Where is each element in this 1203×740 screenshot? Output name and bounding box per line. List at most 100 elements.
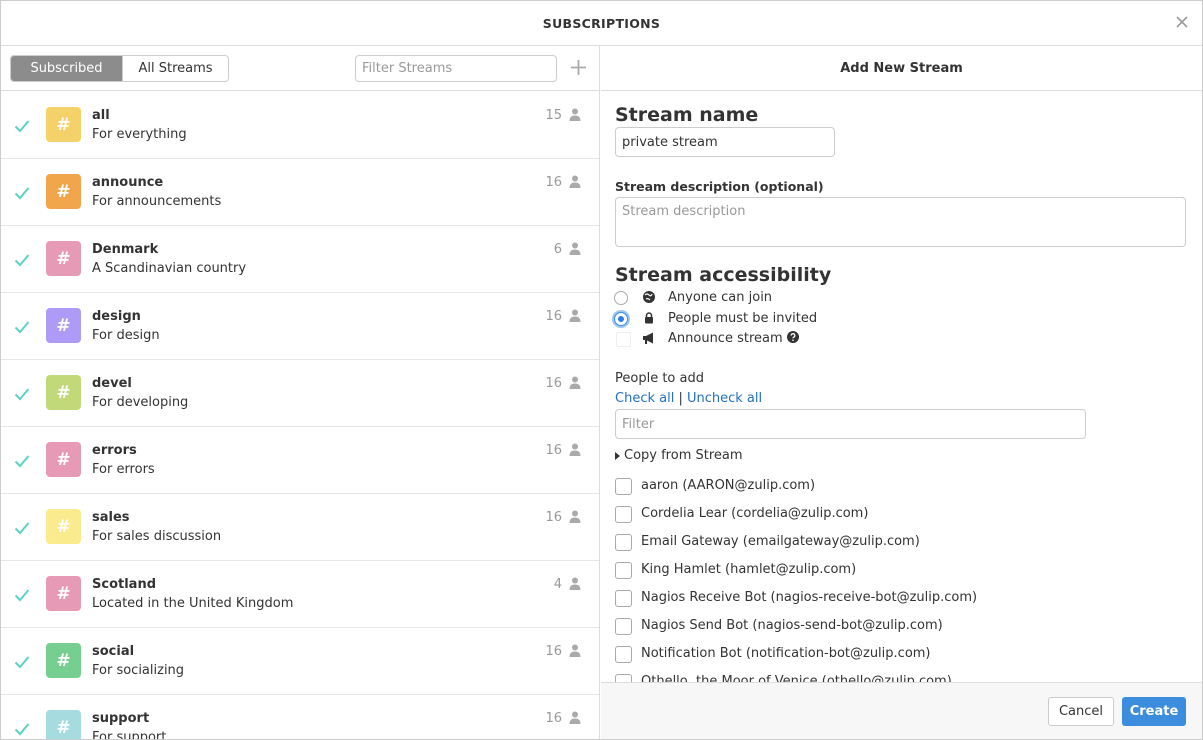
subscriber-count: 16: [545, 510, 562, 525]
stream-name: Denmark: [92, 242, 159, 257]
person-option[interactable]: aaron (AARON@zulip.com): [615, 477, 1175, 497]
copy-from-stream-label: Copy from Stream: [624, 448, 743, 463]
person-option[interactable]: Notification Bot (notification-bot@zulip…: [615, 645, 1175, 665]
person-label: Cordelia Lear (cordelia@zulip.com): [641, 506, 869, 521]
stream-hash-icon: #: [46, 509, 81, 544]
stream-hash-icon: #: [46, 241, 81, 276]
stream-hash-icon: #: [46, 442, 81, 477]
add-stream-plus-icon[interactable]: [570, 59, 587, 76]
stream-row[interactable]: # devel For developing 16: [1, 360, 599, 427]
add-stream-panel: Add New Stream Stream name Stream descri…: [601, 46, 1202, 739]
subscriber-count: 16: [545, 376, 562, 391]
stream-name-input[interactable]: [615, 127, 835, 157]
person-checkbox[interactable]: [615, 478, 632, 495]
check-icon[interactable]: [14, 454, 30, 468]
person-option[interactable]: Cordelia Lear (cordelia@zulip.com): [615, 505, 1175, 525]
subscriber-count: 4: [553, 577, 562, 592]
stream-row[interactable]: # all For everything 15: [1, 92, 599, 159]
subscriber-count: 16: [545, 644, 562, 659]
anyone-can-join-radio[interactable]: [614, 291, 628, 305]
stream-description-textarea[interactable]: [615, 197, 1186, 247]
check-icon[interactable]: [14, 320, 30, 334]
megaphone-icon: [643, 332, 653, 344]
person-option[interactable]: Nagios Receive Bot (nagios-receive-bot@z…: [615, 589, 1175, 609]
tab-subscribed[interactable]: Subscribed: [11, 56, 122, 81]
people-to-add-label: People to add: [615, 371, 704, 386]
stream-name: Scotland: [92, 577, 157, 592]
stream-name: announce: [92, 175, 164, 190]
subscriber-count: 16: [545, 711, 562, 726]
caret-right-icon: [615, 451, 620, 460]
modal-footer: Cancel Create: [601, 682, 1202, 739]
stream-hash-icon: #: [46, 174, 81, 209]
person-checkbox[interactable]: [615, 534, 632, 551]
stream-row[interactable]: # Denmark A Scandinavian country 6: [1, 226, 599, 293]
person-checkbox[interactable]: [615, 562, 632, 579]
subscriber-count: 6: [553, 242, 562, 257]
check-icon[interactable]: [14, 521, 30, 535]
announce-stream-checkbox[interactable]: [616, 332, 631, 347]
stream-description: For support: [92, 730, 167, 739]
check-icon[interactable]: [14, 655, 30, 669]
person-label: Othello, the Moor of Venice (othello@zul…: [641, 674, 952, 682]
stream-row[interactable]: # support For support 16: [1, 695, 599, 739]
person-option[interactable]: Nagios Send Bot (nagios-send-bot@zulip.c…: [615, 617, 1175, 637]
stream-name-heading: Stream name: [615, 104, 759, 126]
cancel-button[interactable]: Cancel: [1048, 697, 1114, 726]
person-option[interactable]: King Hamlet (hamlet@zulip.com): [615, 561, 1175, 581]
stream-description: For developing: [92, 395, 189, 410]
stream-name: errors: [92, 443, 137, 458]
person-checkbox[interactable]: [615, 618, 632, 635]
person-checkbox[interactable]: [615, 646, 632, 663]
subscriber-count: 15: [545, 108, 562, 123]
stream-name: support: [92, 711, 150, 726]
filter-streams-input[interactable]: [355, 55, 557, 82]
stream-hash-icon: #: [46, 107, 81, 142]
people-must-be-invited-label: People must be invited: [668, 311, 818, 326]
stream-row[interactable]: # design For design 16: [1, 293, 599, 360]
check-icon[interactable]: [14, 722, 30, 736]
check-icon[interactable]: [14, 588, 30, 602]
stream-description-heading: Stream description (optional): [615, 179, 824, 194]
person-option[interactable]: Othello, the Moor of Venice (othello@zul…: [615, 673, 1175, 682]
stream-row[interactable]: # errors For errors 16: [1, 427, 599, 494]
user-icon: [569, 711, 581, 724]
check-all-link[interactable]: Check all: [615, 391, 674, 406]
stream-row[interactable]: # sales For sales discussion 16: [1, 494, 599, 561]
people-must-be-invited-radio[interactable]: [614, 312, 628, 326]
announce-stream-label: Announce stream: [668, 331, 799, 346]
stream-name: devel: [92, 376, 132, 391]
close-icon[interactable]: [1172, 12, 1192, 32]
stream-row[interactable]: # announce For announcements 16: [1, 159, 599, 226]
stream-description: For sales discussion: [92, 529, 222, 544]
uncheck-all-link[interactable]: Uncheck all: [687, 391, 762, 406]
modal-title: SUBSCRIPTIONS: [542, 16, 661, 31]
user-icon: [569, 242, 581, 255]
stream-row[interactable]: # social For socializing 16: [1, 628, 599, 695]
create-button[interactable]: Create: [1122, 697, 1186, 726]
people-filter-input[interactable]: [615, 409, 1086, 439]
stream-row[interactable]: # Scotland Located in the United Kingdom 4: [1, 561, 599, 628]
user-icon: [569, 510, 581, 523]
check-icon[interactable]: [14, 186, 30, 200]
stream-description: For design: [92, 328, 160, 343]
stream-hash-icon: #: [46, 375, 81, 410]
check-icon[interactable]: [14, 387, 30, 401]
user-icon: [569, 108, 581, 121]
tab-all-streams[interactable]: All Streams: [122, 56, 228, 81]
stream-name: all: [92, 108, 110, 123]
subscriber-count: 16: [545, 443, 562, 458]
check-icon[interactable]: [14, 119, 30, 133]
check-all-controls: Check all | Uncheck all: [615, 391, 762, 406]
person-checkbox[interactable]: [615, 506, 632, 523]
person-checkbox[interactable]: [615, 590, 632, 607]
modal-header: SUBSCRIPTIONS: [1, 1, 1202, 46]
stream-description: For errors: [92, 462, 155, 477]
copy-from-stream-toggle[interactable]: Copy from Stream: [615, 448, 743, 463]
person-option[interactable]: Email Gateway (emailgateway@zulip.com): [615, 533, 1175, 553]
check-icon[interactable]: [14, 253, 30, 267]
person-label: Nagios Send Bot (nagios-send-bot@zulip.c…: [641, 618, 943, 633]
person-checkbox[interactable]: [615, 674, 632, 682]
question-circle-icon[interactable]: [786, 331, 799, 343]
stream-hash-icon: #: [46, 576, 81, 611]
